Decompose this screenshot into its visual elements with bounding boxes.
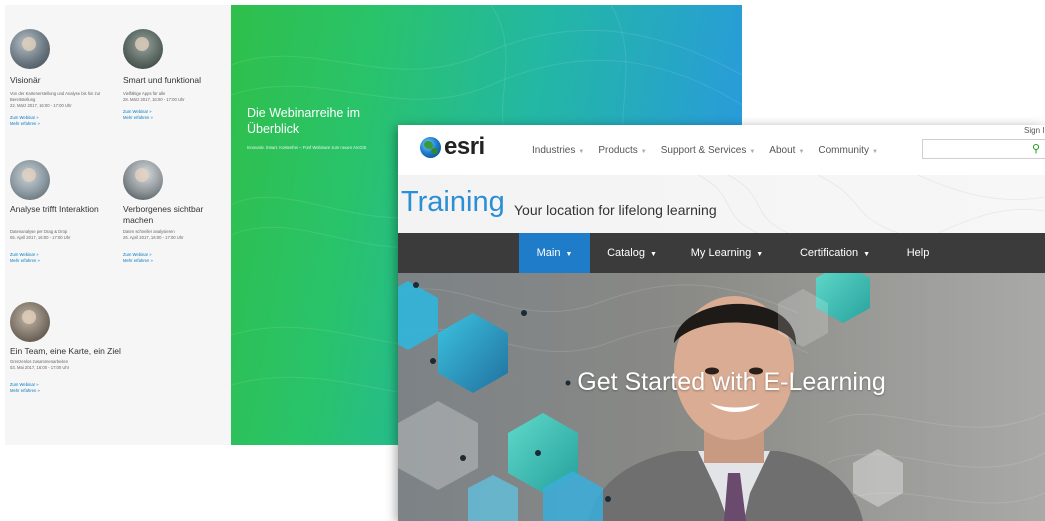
webinar-avatar <box>123 29 163 69</box>
globe-icon <box>420 136 441 158</box>
webinar-card-smart[interactable]: Smart und funktional Vielfältige Apps fü… <box>123 29 235 121</box>
page-tagline: Your location for lifelong learning <box>514 202 717 218</box>
webinar-avatar <box>123 160 163 200</box>
tab-label: Catalog <box>607 247 645 259</box>
tab-label: Main <box>536 247 561 259</box>
esri-wordmark: esri <box>444 133 485 160</box>
mehr-erfahren-link[interactable]: Mehr erfahren » <box>123 258 235 264</box>
top-nav-products[interactable]: Products ▼ <box>598 144 646 159</box>
mehr-erfahren-link[interactable]: Mehr erfahren » <box>10 258 122 264</box>
chevron-down-icon: ▼ <box>640 149 647 155</box>
chevron-down-icon: ▼ <box>749 149 756 155</box>
promo-title: Die Webinarreihe im Überblick <box>247 106 361 136</box>
webinar-date: 26. April 2017, 16:00 - 17:00 Uhr <box>123 235 184 240</box>
tab-label: Help <box>906 247 930 259</box>
tab-label: Certification <box>799 247 859 259</box>
chevron-down-icon: ▼ <box>871 149 878 155</box>
top-nav-label: Industries <box>532 145 576 156</box>
webinar-title: Visionär <box>10 75 41 85</box>
tab-main[interactable]: Main ▼ <box>519 233 590 273</box>
webinar-card-analyse[interactable]: Analyse trifft Interaktion Datenanalyse … <box>10 160 122 264</box>
hero-heading: Get Started with E-Learning <box>577 368 886 396</box>
webinar-card-team[interactable]: Ein Team, eine Karte, ein Ziel Grenzenlo… <box>10 302 122 394</box>
site-header: esri Industries ▼ Products ▼ Support & Ser… <box>398 125 1045 175</box>
top-nav-label: Community <box>818 145 869 156</box>
esri-training-page: esri Industries ▼ Products ▼ Support & Ser… <box>398 125 1045 521</box>
webinar-date: 03. Mai 2017, 16:00 - 17:00 Uhr <box>10 365 70 370</box>
esri-logo[interactable]: esri <box>420 133 485 161</box>
webinar-title: Ein Team, eine Karte, ein Ziel <box>10 346 121 356</box>
top-nav-industries[interactable]: Industries ▼ <box>532 144 584 159</box>
top-nav-label: About <box>769 145 796 156</box>
caret-down-icon: ▼ <box>756 251 764 258</box>
top-nav-community[interactable]: Community ▼ <box>818 144 878 159</box>
tab-certification[interactable]: Certification ▼ <box>790 233 880 273</box>
webinar-avatar <box>10 29 50 69</box>
mehr-erfahren-link[interactable]: Mehr erfahren » <box>123 115 235 121</box>
chevron-down-icon: ▼ <box>578 149 585 155</box>
top-nav-support[interactable]: Support & Services ▼ <box>661 144 756 159</box>
webinar-card-verborgenes[interactable]: Verborgenes sichtbar machen Daten schnel… <box>123 160 235 264</box>
search-input[interactable] <box>922 139 1045 159</box>
hero-image <box>398 273 1045 521</box>
sign-in-link[interactable]: Sign I <box>1024 126 1044 135</box>
caret-down-icon: ▼ <box>863 251 870 258</box>
webinar-date: 22. März 2017, 16:00 - 17:00 Uhr <box>10 103 72 108</box>
webinar-description: Von der Kartenerstellung und Analyse bis… <box>10 91 101 102</box>
search-icon[interactable]: ⚲ <box>1032 142 1040 155</box>
caret-down-icon: ▼ <box>649 251 657 258</box>
mehr-erfahren-link[interactable]: Mehr erfahren » <box>10 121 122 127</box>
webinar-avatar <box>10 160 50 200</box>
top-nav: Industries ▼ Products ▼ Support & Services… <box>532 144 892 159</box>
top-nav-label: Products <box>598 145 638 156</box>
mehr-erfahren-link[interactable]: Mehr erfahren » <box>10 388 122 394</box>
training-banner: Training Your location for lifelong lear… <box>398 175 1045 233</box>
top-nav-label: Support & Services <box>660 145 747 156</box>
promo-subtitle: Innovativ. Smart. Kostenfrei – Fünf Webi… <box>247 145 367 150</box>
top-nav-about[interactable]: About ▼ <box>769 144 804 159</box>
webinar-date: 28. März 2017, 16:00 - 17:00 Uhr <box>123 97 185 102</box>
webinar-title: Analyse trifft Interaktion <box>10 204 99 214</box>
page-title: Training <box>401 186 505 218</box>
hero-banner[interactable]: Get Started with E-Learning <box>398 273 1045 521</box>
webinar-list: Visionär Von der Kartenerstellung und An… <box>5 5 231 445</box>
main-nav: Main ▼ Catalog ▼ My Learning ▼ Certificatio… <box>398 233 1045 273</box>
webinar-title: Verborgenes sichtbar machen <box>123 204 204 225</box>
chevron-down-icon: ▼ <box>798 149 805 155</box>
webinar-card-visionaer[interactable]: Visionär Von der Kartenerstellung und An… <box>10 29 122 127</box>
tab-label: My Learning <box>690 247 752 259</box>
webinar-title: Smart und funktional <box>123 75 201 85</box>
caret-down-icon: ▼ <box>565 251 573 258</box>
tab-my-learning[interactable]: My Learning ▼ <box>682 233 772 273</box>
tab-help[interactable]: Help <box>898 233 938 273</box>
webinar-date: 05. April 2017, 16:00 - 17:00 Uhr <box>10 235 71 240</box>
tab-catalog[interactable]: Catalog ▼ <box>598 233 666 273</box>
webinar-avatar <box>10 302 50 342</box>
